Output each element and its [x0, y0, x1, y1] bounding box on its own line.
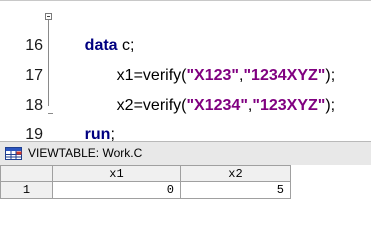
table-cell-x1[interactable]: 0 [53, 182, 181, 199]
row-header[interactable]: 1 [0, 182, 53, 199]
code-line-16[interactable]: 16 data c; [0, 4, 371, 54]
code-line-19[interactable]: 19 run; [0, 93, 371, 143]
code-line-17[interactable]: 17 x1=verify("X123","1234XYZ"); [0, 34, 371, 84]
code-editor[interactable]: 16 data c; 17 x1=verify("X123","1234XYZ"… [0, 0, 371, 143]
column-header-x2[interactable]: x2 [181, 165, 291, 182]
grid-corner[interactable] [0, 165, 53, 182]
table-icon [5, 147, 22, 160]
viewtable-titlebar[interactable]: VIEWTABLE: Work.C [0, 141, 371, 165]
fold-collapse-icon[interactable] [45, 13, 52, 20]
fold-guide-end [48, 113, 53, 114]
viewtable-title: VIEWTABLE: Work.C [28, 146, 143, 160]
viewtable-window: VIEWTABLE: Work.C x1 x2 1 0 5 [0, 141, 371, 217]
code-line-18[interactable]: 18 x2=verify("X1234","123XYZ"); [0, 64, 371, 114]
table-cell-x2[interactable]: 5 [181, 182, 291, 199]
column-header-x1[interactable]: x1 [53, 165, 181, 182]
